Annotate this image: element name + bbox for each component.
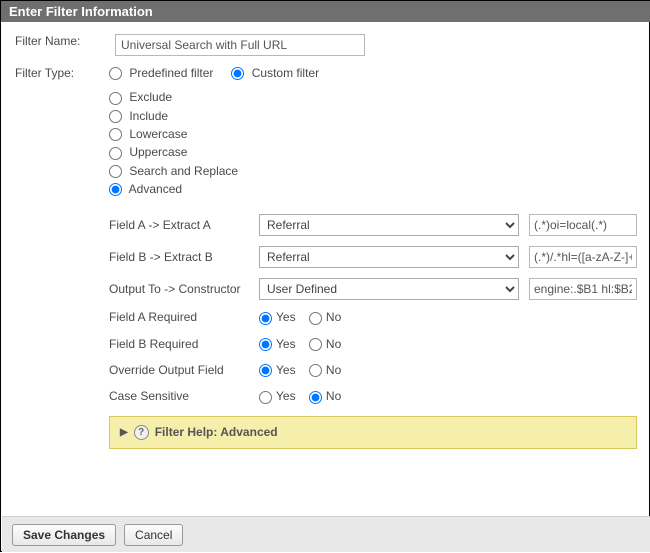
field-b-required-no[interactable]: No: [309, 337, 341, 351]
mode-search-replace-radio[interactable]: [109, 165, 122, 178]
dialog-header: Enter Filter Information: [1, 1, 650, 22]
field-b-label: Field B -> Extract B: [109, 250, 259, 264]
field-a-label: Field A -> Extract A: [109, 218, 259, 232]
mode-exclude[interactable]: Exclude: [109, 90, 637, 104]
field-b-pattern-input[interactable]: [529, 246, 637, 268]
form-body: Filter Name: Filter Type: Predefined fil…: [1, 22, 650, 509]
output-select[interactable]: User Defined: [259, 278, 519, 300]
filter-help-panel[interactable]: ▶ ? Filter Help: Advanced: [109, 416, 637, 449]
filter-name-label: Filter Name:: [15, 34, 115, 56]
override-output-label: Override Output Field: [109, 363, 259, 377]
filter-type-predefined-radio[interactable]: [109, 67, 122, 80]
save-button[interactable]: Save Changes: [12, 524, 116, 546]
chevron-right-icon: ▶: [120, 427, 128, 438]
override-output-yes[interactable]: Yes: [259, 363, 296, 377]
mode-lowercase[interactable]: Lowercase: [109, 127, 637, 141]
field-a-pattern-input[interactable]: [529, 214, 637, 236]
filter-type-custom-radio[interactable]: [231, 67, 244, 80]
field-a-required-yes[interactable]: Yes: [259, 310, 296, 324]
output-pattern-input[interactable]: [529, 278, 637, 300]
filter-type-label: Filter Type:: [15, 66, 109, 449]
field-a-required-label: Field A Required: [109, 310, 259, 324]
field-a-required-no[interactable]: No: [309, 310, 341, 324]
mode-advanced[interactable]: Advanced: [109, 182, 637, 196]
mode-uppercase-radio[interactable]: [109, 147, 122, 160]
field-a-select[interactable]: Referral: [259, 214, 519, 236]
mode-advanced-radio[interactable]: [109, 183, 122, 196]
cancel-button[interactable]: Cancel: [124, 524, 183, 546]
mode-exclude-radio[interactable]: [109, 92, 122, 105]
filter-type-predefined[interactable]: Predefined filter: [109, 66, 213, 80]
help-icon: ?: [134, 425, 149, 440]
field-b-select[interactable]: Referral: [259, 246, 519, 268]
mode-include[interactable]: Include: [109, 109, 637, 123]
filter-type-custom[interactable]: Custom filter: [231, 66, 319, 80]
dialog-footer: Save Changes Cancel: [2, 516, 650, 552]
field-b-required-yes[interactable]: Yes: [259, 337, 296, 351]
override-output-no[interactable]: No: [309, 363, 341, 377]
case-sensitive-yes[interactable]: Yes: [259, 389, 296, 403]
mode-uppercase[interactable]: Uppercase: [109, 145, 637, 159]
filter-name-input[interactable]: [115, 34, 365, 56]
case-sensitive-no[interactable]: No: [309, 389, 341, 403]
mode-include-radio[interactable]: [109, 110, 122, 123]
field-b-required-label: Field B Required: [109, 337, 259, 351]
output-label: Output To -> Constructor: [109, 282, 259, 296]
mode-lowercase-radio[interactable]: [109, 128, 122, 141]
case-sensitive-label: Case Sensitive: [109, 389, 259, 403]
dialog-title: Enter Filter Information: [9, 4, 153, 19]
mode-search-replace[interactable]: Search and Replace: [109, 164, 637, 178]
filter-help-label: Filter Help: Advanced: [155, 425, 278, 439]
